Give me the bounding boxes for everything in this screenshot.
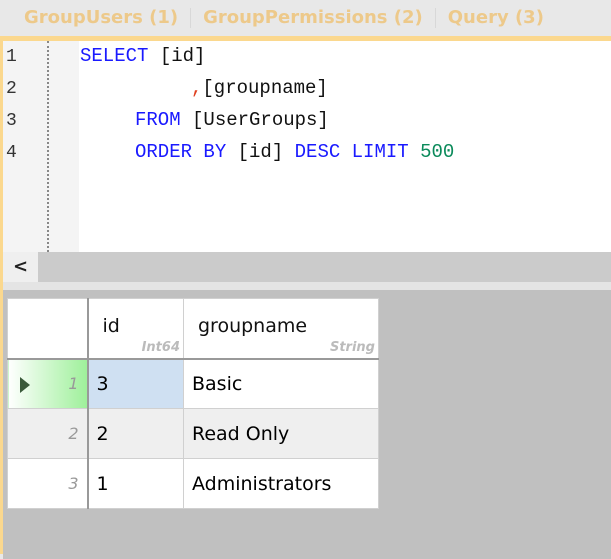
- fold-margin: [47, 41, 49, 252]
- corner-cell[interactable]: [7, 298, 89, 360]
- comma: ,: [191, 77, 203, 99]
- current-row-icon: [20, 376, 30, 393]
- horizontal-scrollbar[interactable]: <: [3, 252, 611, 282]
- number-literal: 500: [420, 141, 455, 163]
- column-name: groupname: [198, 315, 308, 337]
- line-gutter: 1 2 3 4: [3, 41, 79, 252]
- table-row[interactable]: 1 3 Basic: [7, 358, 379, 409]
- table-row[interactable]: 3 1 Administrators: [7, 458, 379, 509]
- column-type: String: [329, 339, 375, 355]
- code-line: FROM [UserGroups]: [135, 109, 329, 131]
- cell-groupname[interactable]: Administrators: [183, 458, 379, 509]
- identifier: [groupname]: [202, 77, 328, 99]
- line-number: 3: [6, 111, 17, 131]
- row-header[interactable]: 3: [7, 458, 89, 509]
- tab-query[interactable]: Query (3): [436, 0, 556, 36]
- identifier: [UserGroups]: [192, 109, 329, 131]
- line-number: 4: [6, 143, 17, 163]
- column-name: id: [102, 315, 120, 337]
- results-table: id Int64 groupname String 1 3 Basic 2 2 Re…: [7, 298, 379, 509]
- query-panel: 1 2 3 4 SELECT [id] ,[groupname] FROM [U…: [0, 36, 611, 559]
- column-header-groupname[interactable]: groupname String: [183, 298, 379, 360]
- tab-bar: GroupUsers (1) GroupPermissions (2) Quer…: [0, 0, 611, 36]
- row-header[interactable]: 2: [7, 408, 89, 459]
- code-line: SELECT [id]: [80, 45, 205, 67]
- row-number: 3: [68, 474, 79, 493]
- cell-id[interactable]: 1: [87, 458, 184, 509]
- column-type: Int64: [141, 339, 180, 355]
- cell-id[interactable]: 2: [87, 408, 184, 459]
- identifier: [id]: [237, 141, 295, 163]
- line-number: 2: [6, 79, 17, 99]
- row-header[interactable]: 1: [7, 358, 89, 409]
- code-line: ,[groupname]: [191, 77, 328, 99]
- identifier: [id]: [159, 45, 206, 67]
- code-line: ORDER BY [id] DESC LIMIT 500: [135, 141, 454, 163]
- cell-groupname[interactable]: Read Only: [183, 408, 379, 459]
- cell-id[interactable]: 3: [87, 358, 184, 409]
- column-header-id[interactable]: id Int64: [87, 298, 184, 360]
- keyword: FROM: [135, 109, 193, 131]
- table-row[interactable]: 2 2 Read Only: [7, 408, 379, 459]
- row-number: 2: [68, 424, 79, 443]
- scroll-left-button[interactable]: <: [3, 252, 38, 282]
- header-row: id Int64 groupname String: [7, 298, 379, 360]
- keyword: ORDER BY: [135, 141, 238, 163]
- sql-editor[interactable]: 1 2 3 4 SELECT [id] ,[groupname] FROM [U…: [3, 41, 611, 252]
- keyword: SELECT: [80, 45, 160, 67]
- tab-groupusers[interactable]: GroupUsers (1): [0, 0, 190, 36]
- tab-grouppermissions[interactable]: GroupPermissions (2): [191, 0, 435, 36]
- line-number: 1: [6, 47, 17, 67]
- row-number: 1: [68, 374, 79, 394]
- splitter[interactable]: [3, 282, 611, 290]
- keyword: DESC LIMIT: [294, 141, 421, 163]
- cell-groupname[interactable]: Basic: [183, 358, 379, 409]
- results-grid: id Int64 groupname String 1 3 Basic 2 2 Re…: [3, 290, 611, 559]
